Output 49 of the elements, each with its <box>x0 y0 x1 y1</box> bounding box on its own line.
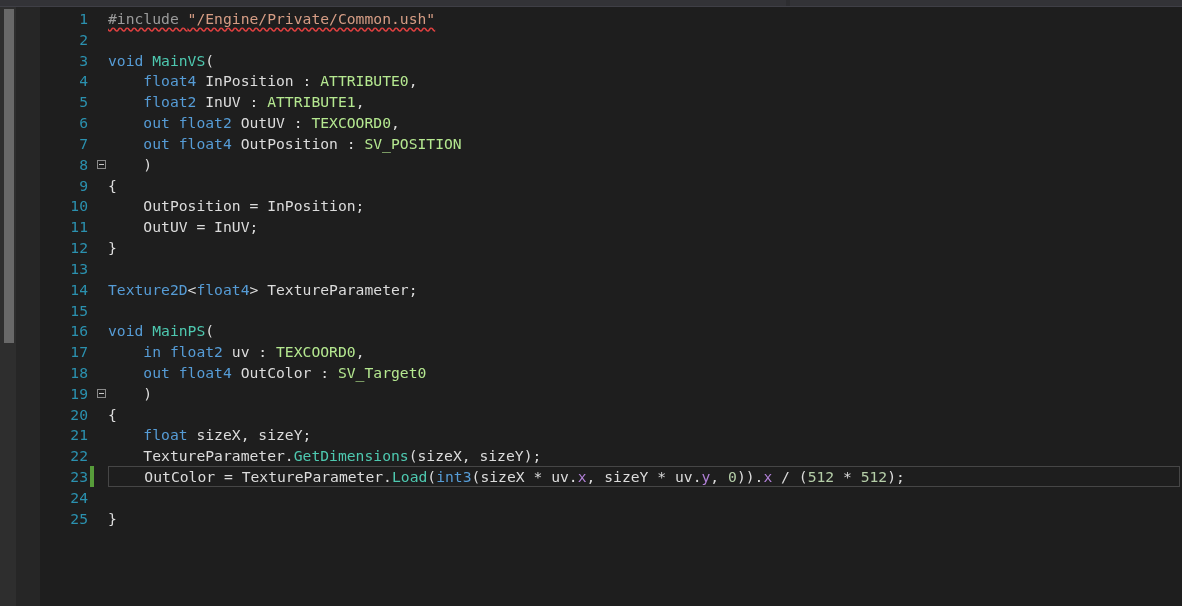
collapse-icon[interactable] <box>96 159 106 169</box>
line-number: 4 <box>78 72 88 90</box>
line-number: 12 <box>69 239 88 256</box>
code-line: } <box>108 238 118 258</box>
line-number: 7 <box>78 134 88 152</box>
line-number: 3 <box>78 51 88 69</box>
code-line: ) <box>142 154 154 175</box>
code-line: void MainVS( <box>108 50 216 71</box>
line-number: 10 <box>69 197 88 215</box>
line-number: 1 <box>78 9 88 27</box>
code-line: in float2 uv : TEXCOORD0, <box>142 342 366 363</box>
line-number: 14 <box>69 280 88 298</box>
line-number: 6 <box>78 114 88 132</box>
line-number: 23 <box>69 468 88 486</box>
code-line: OutPosition = InPosition; <box>142 196 366 217</box>
line-number: 18 <box>69 364 88 381</box>
line-number: 25 <box>69 509 88 527</box>
code-line: OutUV = InUV; <box>142 217 260 238</box>
code-line: { <box>108 175 118 196</box>
code-line: TextureParameter.GetDimensions(sizeX, sizeY); <box>142 446 543 467</box>
line-number: 2 <box>78 30 88 48</box>
line-number: 15 <box>69 301 88 319</box>
code-line: } <box>108 508 118 529</box>
line-number: 20 <box>69 405 88 423</box>
code-line: out float4 OutColor : SV_Target0 <box>142 363 428 383</box>
code-line: void MainPS( <box>108 321 216 342</box>
line-number: 16 <box>69 322 88 340</box>
code-line: float sizeX, sizeY; <box>142 425 313 446</box>
line-number: 9 <box>78 176 88 194</box>
line-number: 21 <box>69 426 88 444</box>
scrollbar[interactable] <box>0 7 16 606</box>
code-line: float2 InUV : ATTRIBUTE1, <box>142 92 366 113</box>
collapse-icon[interactable] <box>96 388 106 398</box>
line-number: 19 <box>69 384 88 402</box>
line-number: 13 <box>69 259 88 277</box>
code-line: Texture2D<float4> TextureParameter; <box>108 279 419 300</box>
line-number: 22 <box>69 447 88 465</box>
code-line: out float4 OutPosition : SV_POSITION <box>142 133 463 154</box>
line-number: 8 <box>78 155 88 173</box>
code-line: float4 InPosition : ATTRIBUTE0, <box>142 71 419 92</box>
line-number: 11 <box>69 218 88 236</box>
code-line: #include "/Engine/Private/Common.ush" <box>108 8 437 29</box>
line-number: 5 <box>78 93 88 111</box>
code-line: { <box>108 404 118 425</box>
line-number: 24 <box>69 488 88 506</box>
scrollbar-thumb[interactable] <box>4 9 14 343</box>
code-line: out float2 OutUV : TEXCOORD0, <box>142 113 401 133</box>
line-number: 17 <box>69 343 88 361</box>
code-line: ) <box>142 383 154 404</box>
